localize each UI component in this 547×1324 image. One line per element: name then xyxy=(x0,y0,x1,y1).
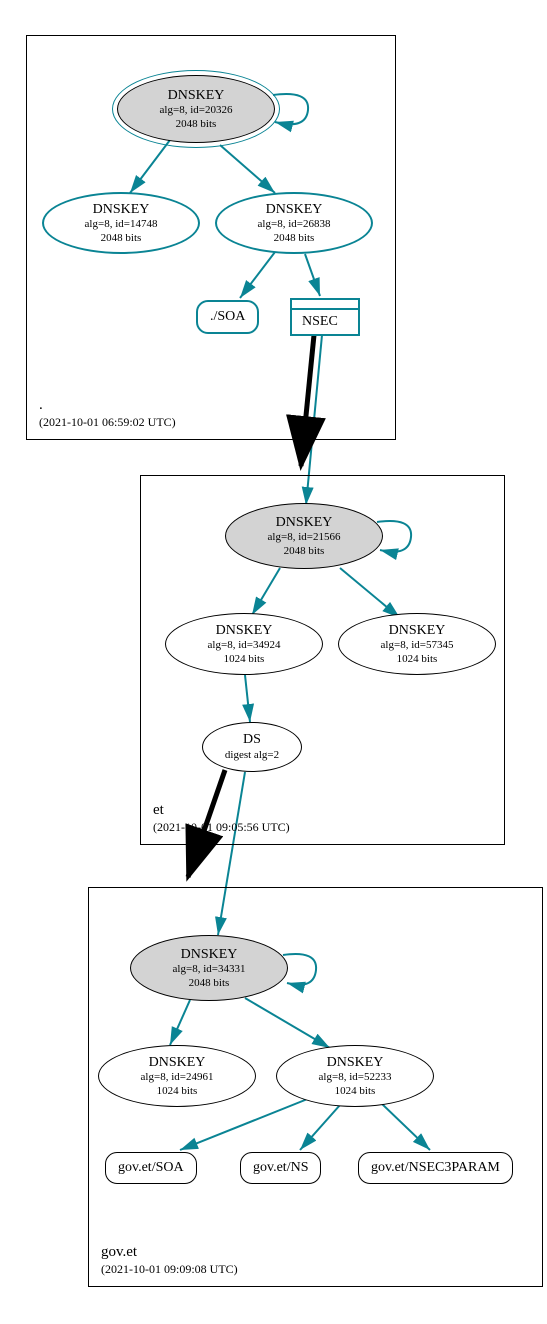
zone-root-time: (2021-10-01 06:59:02 UTC) xyxy=(39,415,176,431)
govet-ksk-title: DNSKEY xyxy=(181,946,238,964)
zone-govet-label: gov.et (2021-10-01 09:09:08 UTC) xyxy=(101,1243,238,1278)
root-nsec-record: NSEC xyxy=(290,298,360,336)
govet-nsec3-text: gov.et/NSEC3PARAM xyxy=(371,1159,500,1177)
govet-zsk1-title: DNSKEY xyxy=(149,1054,206,1072)
govet-zsk2-bits: 1024 bits xyxy=(335,1085,376,1099)
root-ksk-bits: 2048 bits xyxy=(176,118,217,132)
zone-govet-time: (2021-10-01 09:09:08 UTC) xyxy=(101,1262,238,1278)
et-zsk2-alg: alg=8, id=57345 xyxy=(381,639,454,653)
govet-ksk: DNSKEY alg=8, id=34331 2048 bits xyxy=(130,935,288,1001)
et-ksk-alg: alg=8, id=21566 xyxy=(268,531,341,545)
govet-soa-text: gov.et/SOA xyxy=(118,1159,184,1177)
et-ksk-title: DNSKEY xyxy=(276,514,333,532)
nsec-top-bar xyxy=(292,300,358,310)
et-ds-record: DS digest alg=2 xyxy=(202,722,302,772)
root-zsk2-bits: 2048 bits xyxy=(274,232,315,246)
govet-zsk1-bits: 1024 bits xyxy=(157,1085,198,1099)
et-zsk2-title: DNSKEY xyxy=(389,622,446,640)
et-zsk1-alg: alg=8, id=34924 xyxy=(208,639,281,653)
et-zsk2-bits: 1024 bits xyxy=(397,653,438,667)
et-ksk: DNSKEY alg=8, id=21566 2048 bits xyxy=(225,503,383,569)
root-zsk2-alg: alg=8, id=26838 xyxy=(258,218,331,232)
zone-et-name: et xyxy=(153,801,290,821)
govet-zsk1-alg: alg=8, id=24961 xyxy=(141,1071,214,1085)
root-zsk-26838: DNSKEY alg=8, id=26838 2048 bits xyxy=(215,192,373,254)
govet-zsk2-title: DNSKEY xyxy=(327,1054,384,1072)
govet-zsk-24961: DNSKEY alg=8, id=24961 1024 bits xyxy=(98,1045,256,1107)
govet-zsk-52233: DNSKEY alg=8, id=52233 1024 bits xyxy=(276,1045,434,1107)
govet-ns-text: gov.et/NS xyxy=(253,1159,308,1177)
govet-ksk-bits: 2048 bits xyxy=(189,977,230,991)
zone-root-label: . (2021-10-01 06:59:02 UTC) xyxy=(39,396,176,431)
govet-ns-record: gov.et/NS xyxy=(240,1152,321,1184)
zone-govet-name: gov.et xyxy=(101,1243,238,1263)
root-ksk-alg: alg=8, id=20326 xyxy=(160,104,233,118)
root-zsk2-title: DNSKEY xyxy=(266,201,323,219)
zone-root-name: . xyxy=(39,396,176,416)
et-zsk1-title: DNSKEY xyxy=(216,622,273,640)
et-zsk-57345: DNSKEY alg=8, id=57345 1024 bits xyxy=(338,613,496,675)
root-zsk1-alg: alg=8, id=14748 xyxy=(85,218,158,232)
zone-et-label: et (2021-10-01 09:05:56 UTC) xyxy=(153,801,290,836)
ds-title: DS xyxy=(243,731,261,749)
et-zsk-34924: DNSKEY alg=8, id=34924 1024 bits xyxy=(165,613,323,675)
root-zsk1-title: DNSKEY xyxy=(93,201,150,219)
govet-nsec3param-record: gov.et/NSEC3PARAM xyxy=(358,1152,513,1184)
ds-alg: digest alg=2 xyxy=(225,749,279,763)
root-ksk: DNSKEY alg=8, id=20326 2048 bits xyxy=(117,75,275,143)
root-soa-text: ./SOA xyxy=(210,308,245,326)
govet-soa-record: gov.et/SOA xyxy=(105,1152,197,1184)
govet-zsk2-alg: alg=8, id=52233 xyxy=(319,1071,392,1085)
root-zsk-14748: DNSKEY alg=8, id=14748 2048 bits xyxy=(42,192,200,254)
root-ksk-title: DNSKEY xyxy=(168,87,225,105)
root-nsec-text: NSEC xyxy=(292,310,358,334)
govet-ksk-alg: alg=8, id=34331 xyxy=(173,963,246,977)
zone-et-time: (2021-10-01 09:05:56 UTC) xyxy=(153,820,290,836)
root-soa-record: ./SOA xyxy=(196,300,259,334)
dnssec-diagram: . (2021-10-01 06:59:02 UTC) DNSKEY alg=8… xyxy=(10,10,547,1314)
root-zsk1-bits: 2048 bits xyxy=(101,232,142,246)
et-ksk-bits: 2048 bits xyxy=(284,545,325,559)
et-zsk1-bits: 1024 bits xyxy=(224,653,265,667)
